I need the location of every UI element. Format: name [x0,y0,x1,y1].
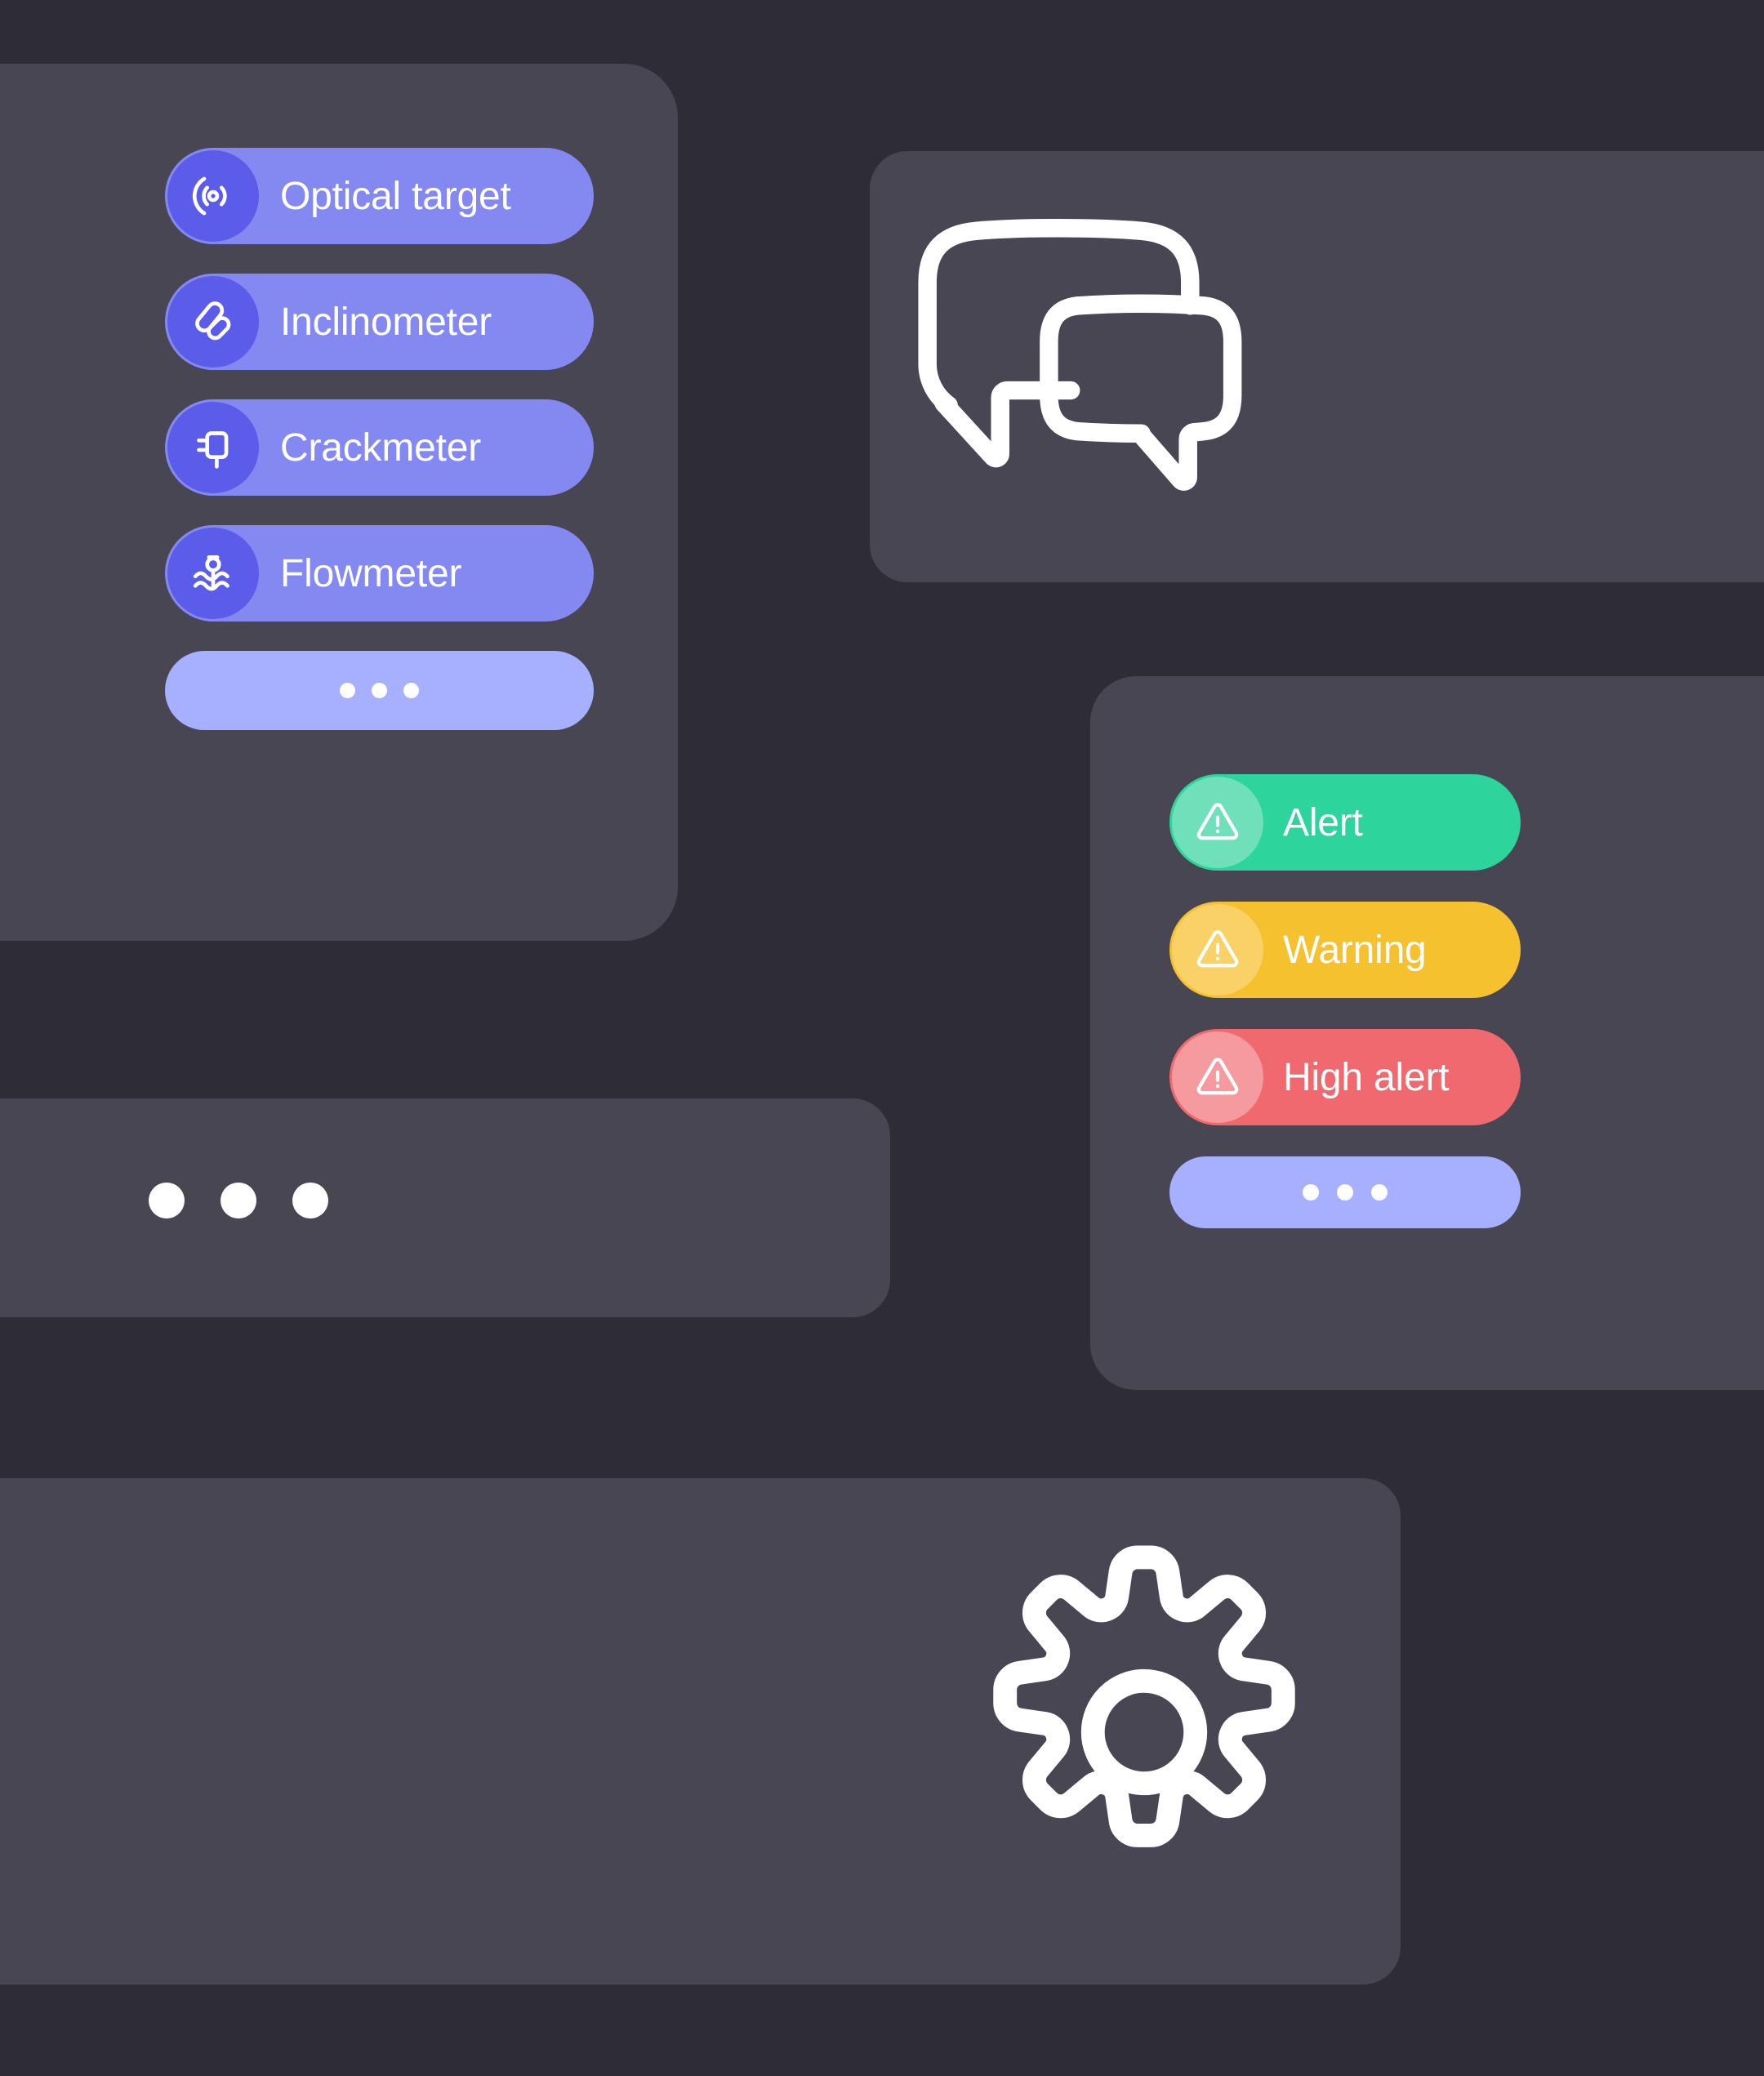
alert-item-alert[interactable]: Alert [1169,774,1521,871]
alert-item-label: High alert [1283,1055,1450,1099]
alert-item-warning[interactable]: Warning [1169,902,1521,998]
chat-card [870,151,1764,582]
sensor-item-label: Flowmeter [280,551,462,595]
dot-3 [292,1183,328,1218]
ellipsis-icon [403,683,419,698]
flowmeter-icon [167,528,259,619]
sensor-item-crackmeter[interactable]: Crackmeter [165,399,594,496]
sensor-item-inclinometer[interactable]: Inclinometer [165,274,594,370]
alerts-card: Alert Warning High alert [1090,676,1764,1390]
warning-triangle-icon [1172,1031,1263,1123]
ellipsis-icon [1337,1184,1353,1201]
sensors-card: Optical target Inclinometer Crackmeter F… [0,64,678,941]
sensor-item-label: Crackmeter [280,425,482,470]
alert-item-label: Warning [1283,928,1427,972]
alerts-more-button[interactable] [1169,1156,1521,1228]
alert-item-label: Alert [1283,800,1363,844]
settings-card [0,1478,1401,1985]
optical-target-icon [167,150,259,242]
inclinometer-icon [167,276,259,368]
dot-2 [220,1183,256,1218]
sensor-item-label: Inclinometer [280,300,492,344]
sensor-item-flowmeter[interactable]: Flowmeter [165,525,594,621]
ellipsis-icon [340,683,355,698]
sensor-item-optical-target[interactable]: Optical target [165,148,594,244]
screen-root: Optical target Inclinometer Crackmeter F… [0,0,1764,2076]
sensor-pill-list: Optical target Inclinometer Crackmeter F… [165,148,594,730]
sensor-item-label: Optical target [280,174,511,218]
dot-1 [149,1183,185,1218]
loading-dots-card [0,1098,890,1317]
chat-bubbles-icon[interactable] [905,182,1244,521]
warning-triangle-icon [1172,904,1263,996]
gear-icon[interactable] [949,1537,1339,1927]
sensors-more-button[interactable] [165,651,594,730]
alert-item-high-alert[interactable]: High alert [1169,1029,1521,1125]
crackmeter-icon [167,402,259,493]
ellipsis-icon [1371,1184,1388,1201]
alert-pill-list: Alert Warning High alert [1169,774,1521,1228]
three-dots-icon[interactable] [149,1183,328,1218]
ellipsis-icon [372,683,387,698]
warning-triangle-icon [1172,777,1263,868]
ellipsis-icon [1303,1184,1319,1201]
